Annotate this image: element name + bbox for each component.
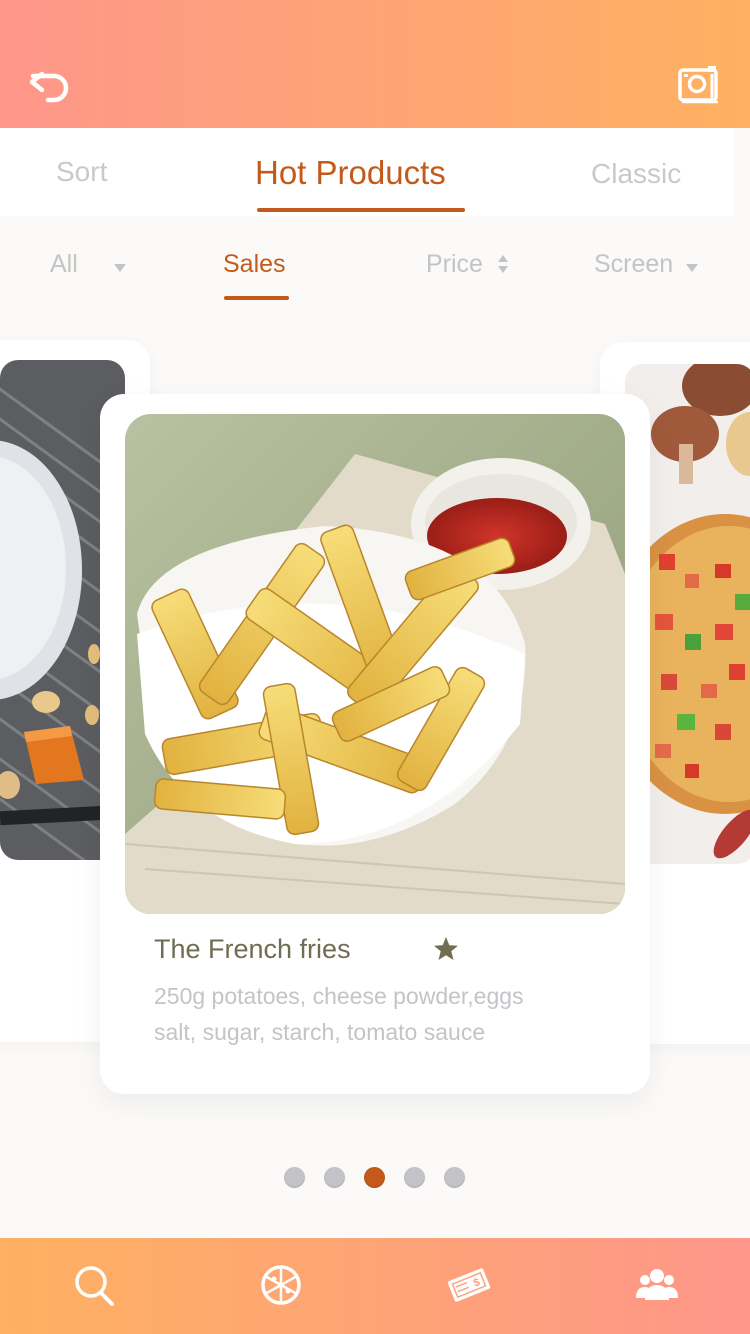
active-tab-indicator bbox=[257, 208, 465, 212]
sort-updown-icon bbox=[498, 255, 508, 273]
description-line: salt, sugar, starch, tomato sauce bbox=[154, 1019, 486, 1045]
product-card[interactable]: The French fries 250g potatoes, cheese p… bbox=[100, 394, 650, 1094]
category-tabs: Sort Hot Products Classic bbox=[0, 128, 734, 216]
caret-down-icon bbox=[114, 264, 126, 272]
nav-coupon-button[interactable]: $ bbox=[444, 1260, 494, 1310]
search-icon bbox=[75, 1266, 114, 1306]
undo-arrow-icon bbox=[29, 71, 69, 103]
back-button[interactable] bbox=[28, 62, 74, 106]
star-icon[interactable] bbox=[433, 936, 459, 962]
camera-button[interactable] bbox=[678, 64, 720, 104]
pager-dot[interactable] bbox=[444, 1167, 465, 1188]
tab-sort[interactable]: Sort bbox=[56, 156, 107, 188]
users-group-icon bbox=[636, 1269, 678, 1300]
pizza-icon bbox=[261, 1265, 301, 1305]
nav-users-button[interactable] bbox=[632, 1260, 682, 1310]
filter-sales[interactable]: Sales bbox=[223, 250, 286, 279]
coupon-ticket-icon: $ bbox=[447, 1268, 491, 1302]
pager-dot[interactable] bbox=[404, 1167, 425, 1188]
tab-hot-products[interactable]: Hot Products bbox=[255, 154, 446, 192]
bottom-navigation: $ bbox=[0, 1238, 750, 1334]
filter-price[interactable]: Price bbox=[426, 250, 483, 279]
pager-dot[interactable] bbox=[284, 1167, 305, 1188]
app-header bbox=[0, 0, 750, 128]
description-line: 250g potatoes, cheese powder,eggs bbox=[154, 983, 524, 1009]
filter-all[interactable]: All bbox=[50, 250, 78, 279]
camera-icon bbox=[678, 66, 718, 104]
product-description: 250g potatoes, cheese powder,eggs salt, … bbox=[154, 978, 624, 1050]
nav-pizza-button[interactable] bbox=[256, 1260, 306, 1310]
french-fries-image[interactable] bbox=[125, 414, 625, 914]
filter-screen[interactable]: Screen bbox=[594, 250, 673, 279]
active-filter-indicator bbox=[224, 296, 289, 300]
pager-dot[interactable] bbox=[324, 1167, 345, 1188]
caret-down-icon bbox=[686, 264, 698, 272]
product-name: The French fries bbox=[154, 934, 351, 964]
pager-dot-active[interactable] bbox=[364, 1167, 385, 1188]
nav-search-button[interactable] bbox=[70, 1260, 120, 1310]
tab-classic[interactable]: Classic bbox=[591, 158, 681, 190]
